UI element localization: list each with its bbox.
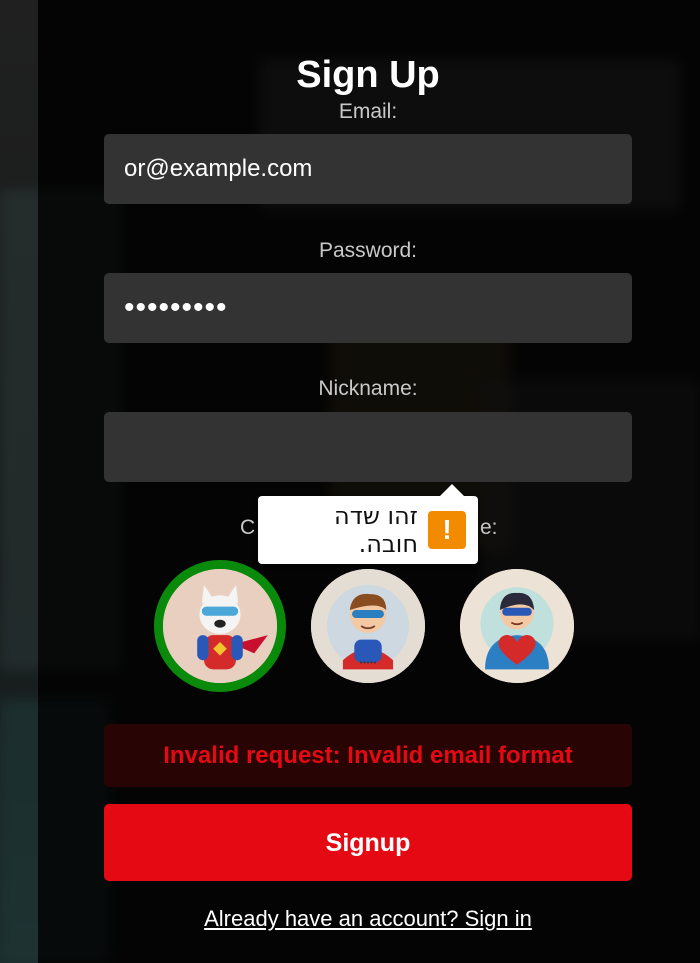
nickname-label: Nickname: bbox=[318, 377, 418, 400]
avatar-dog-hero[interactable] bbox=[154, 560, 286, 692]
signin-link[interactable]: Already have an account? Sign in bbox=[0, 906, 700, 932]
avatar-label-start: C bbox=[240, 516, 256, 539]
email-label: Email: bbox=[338, 100, 398, 123]
avatar-heart-hero[interactable] bbox=[460, 569, 574, 683]
validation-message: זהו שדה חובה. bbox=[334, 502, 418, 558]
warning-icon: ! bbox=[428, 511, 466, 549]
password-field[interactable]: ••••••••• bbox=[104, 273, 632, 343]
password-label: Password: bbox=[318, 239, 418, 262]
email-field[interactable]: or@example.com bbox=[104, 134, 632, 204]
nickname-field[interactable] bbox=[104, 412, 632, 482]
error-message: Invalid request: Invalid email format bbox=[104, 724, 632, 787]
avatar-label-end: e: bbox=[480, 516, 498, 539]
heart-hero-icon bbox=[460, 569, 574, 683]
boy-hero-icon bbox=[311, 569, 425, 683]
avatar-boy-hero[interactable] bbox=[311, 569, 425, 683]
validation-tooltip: ! זהו שדה חובה. bbox=[258, 484, 478, 564]
page-title: Sign Up bbox=[296, 54, 440, 96]
dog-hero-icon bbox=[163, 569, 277, 683]
signup-form: Sign Up Email: or@example.com Password: … bbox=[0, 0, 700, 963]
signup-button[interactable]: Signup bbox=[104, 804, 632, 881]
